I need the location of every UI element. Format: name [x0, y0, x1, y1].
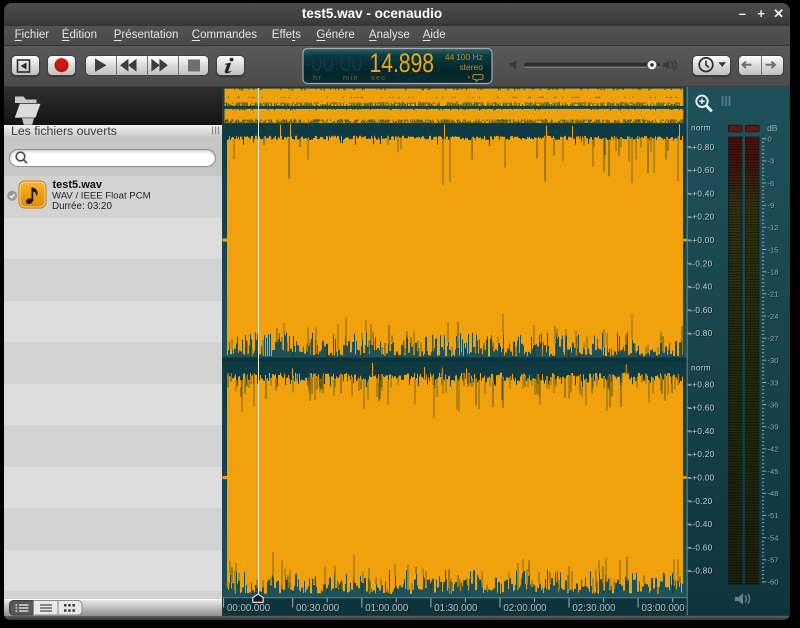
svg-text:hr: hr: [313, 73, 322, 82]
svg-text:WAV / IEEE Float PCM: WAV / IEEE Float PCM: [52, 191, 151, 202]
svg-text:min: min: [343, 73, 359, 82]
svg-text:stereo: stereo: [459, 62, 483, 72]
svg-text:sec: sec: [371, 73, 386, 82]
svg-text:smpl: smpl: [409, 73, 430, 82]
svg-text:test5.wav: test5.wav: [53, 179, 103, 191]
svg-text:44 100 Hz: 44 100 Hz: [445, 52, 483, 62]
svg-text:Durrée: 03:20: Durrée: 03:20: [52, 201, 112, 212]
